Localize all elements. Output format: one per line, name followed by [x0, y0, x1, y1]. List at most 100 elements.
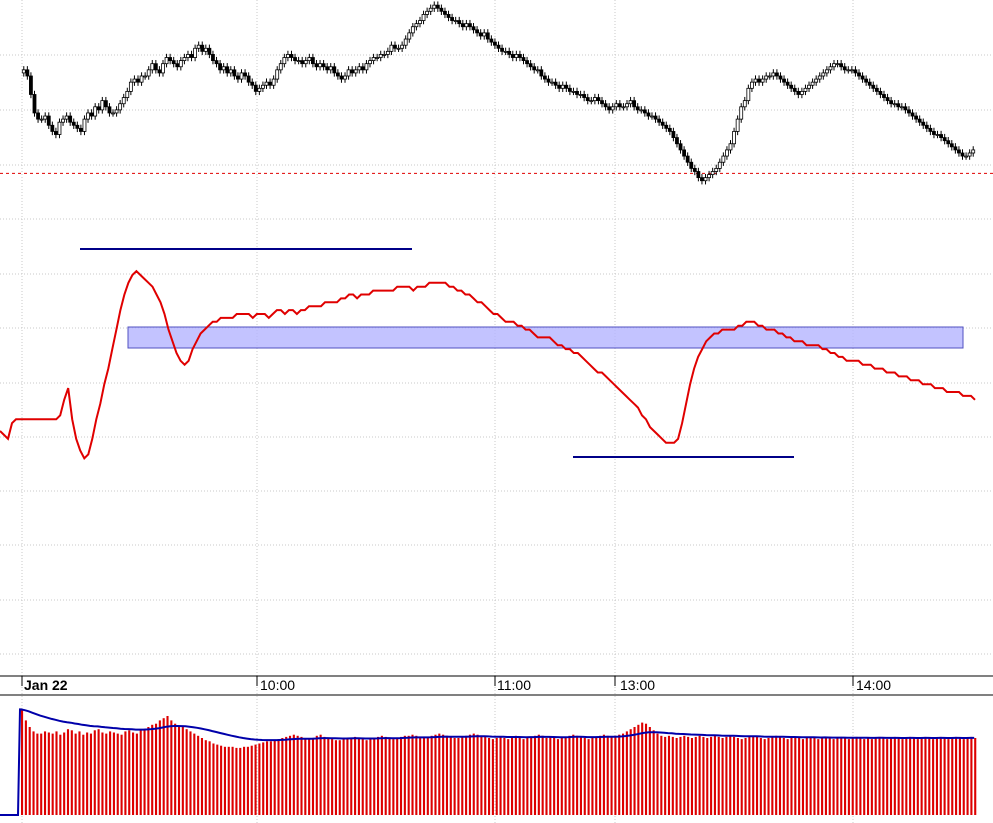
volume-bar	[430, 735, 433, 815]
candle-body	[200, 44, 205, 52]
volume-bar	[120, 734, 123, 815]
candle-body	[632, 100, 637, 108]
volume-bar	[656, 733, 659, 815]
candle-body	[742, 100, 747, 108]
candle-body	[318, 63, 322, 68]
candle-body	[385, 50, 390, 55]
volume-bar	[893, 736, 896, 815]
candle-body	[539, 69, 544, 77]
candle-body	[603, 103, 608, 108]
candle-body	[432, 4, 437, 9]
volume-bar	[560, 738, 563, 815]
candle-body	[507, 50, 512, 55]
candle-body	[642, 109, 647, 114]
candle-body	[585, 97, 590, 102]
volume-bar	[671, 736, 674, 815]
candle-body	[360, 66, 365, 71]
volume-bar	[667, 735, 671, 815]
candle-body	[928, 127, 933, 132]
volume-bar	[752, 735, 755, 815]
volume-bar	[579, 736, 582, 815]
volume-bar	[870, 739, 873, 815]
volume-bar	[514, 735, 517, 815]
volume-bar	[537, 734, 540, 815]
volume-bar	[583, 738, 586, 815]
candle-body	[493, 41, 497, 46]
volume-bar	[782, 738, 785, 815]
volume-bar	[166, 716, 169, 815]
candle-body	[857, 72, 861, 77]
candle-body	[64, 115, 69, 120]
candle-body	[550, 81, 554, 84]
candle-body	[310, 57, 315, 65]
candle-body	[849, 69, 854, 72]
candle-body	[211, 54, 215, 61]
candle-body	[725, 149, 729, 157]
volume-bar	[158, 720, 161, 815]
volume-bar	[507, 739, 510, 815]
volume-bar	[350, 738, 353, 815]
candle-body	[514, 54, 519, 58]
candle-body	[21, 69, 26, 74]
volume-bar	[614, 735, 617, 815]
candle-body	[882, 94, 886, 98]
candle-body	[271, 78, 276, 86]
volume-bar	[407, 735, 410, 815]
candle-body	[617, 103, 622, 108]
time-label-1100: 11:00	[497, 677, 531, 693]
candle-body	[728, 143, 733, 151]
volume-bar	[694, 736, 697, 815]
candle-body	[518, 54, 522, 58]
candle-body	[932, 131, 936, 135]
candle-body	[407, 32, 412, 40]
candle-body	[785, 81, 790, 86]
candle-body	[667, 127, 672, 132]
candle-body	[596, 97, 601, 102]
candle-body	[150, 63, 155, 71]
candle-body	[218, 63, 222, 71]
volume-bar	[495, 738, 498, 815]
candle-body	[782, 78, 786, 83]
volume-bar	[974, 738, 977, 815]
volume-bar	[185, 729, 188, 815]
candle-body	[61, 118, 65, 123]
volume-bar	[86, 732, 89, 815]
volume-bar	[824, 736, 827, 815]
candle-body	[700, 177, 704, 182]
candle-body	[29, 75, 33, 95]
candle-body	[228, 69, 233, 74]
volume-bar	[717, 736, 720, 815]
volume-bar	[748, 736, 751, 815]
candle-body	[193, 47, 198, 58]
candle-body	[910, 112, 915, 117]
volume-bar	[916, 739, 919, 815]
volume-bar	[235, 747, 238, 815]
volume-bar	[51, 733, 54, 815]
candle-body	[243, 72, 247, 77]
volume-bar	[606, 735, 609, 815]
volume-bar	[392, 739, 395, 815]
volume-bar	[449, 736, 452, 815]
grid	[0, 0, 993, 823]
volume-bar	[572, 734, 575, 815]
volume-bar	[526, 738, 529, 815]
volume-bar	[453, 738, 456, 815]
volume-bar	[610, 736, 613, 815]
candle-body	[453, 20, 458, 22]
candle-body	[657, 118, 662, 123]
candle-body	[789, 84, 794, 89]
candle-body	[468, 23, 472, 28]
volume-bar	[510, 738, 514, 815]
candle-body	[357, 66, 362, 71]
candle-body	[621, 106, 626, 109]
volume-bar	[55, 731, 58, 815]
candle-body	[418, 20, 422, 25]
candle-body	[36, 112, 40, 120]
volume-bar	[755, 736, 759, 815]
volume-bar	[549, 736, 552, 815]
candle-body	[546, 78, 551, 83]
volume-bar	[281, 738, 284, 815]
candle-body	[935, 134, 940, 136]
candle-body	[428, 7, 433, 12]
volume-bar	[411, 734, 414, 815]
